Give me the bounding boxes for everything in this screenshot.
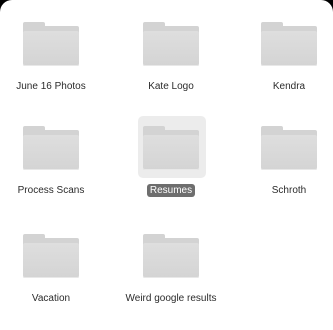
folder-name: Resumes [146,184,196,197]
finder-window: June 16 Photos Kate Logo Kendra Process … [0,0,333,330]
folder-label-selected[interactable]: Resumes [116,184,226,197]
folder-icon[interactable] [143,234,199,278]
folder-icon[interactable] [23,234,79,278]
folder-grid: June 16 Photos Kate Logo Kendra Process … [0,0,333,330]
folder-icon[interactable] [143,126,199,170]
folder-name: Process Scans [17,185,85,196]
folder-name: Kendra [272,81,306,92]
folder-icon[interactable] [261,126,317,170]
folder-icon[interactable] [261,22,317,66]
folder-name: Schroth [271,185,307,196]
folder-label[interactable]: June 16 Photos [0,80,106,93]
folder-icon[interactable] [23,22,79,66]
folder-label[interactable]: Kate Logo [116,80,226,93]
folder-name: Weird google results [125,293,217,304]
folder-label[interactable]: Weird google results [116,292,226,305]
folder-label[interactable]: Vacation [0,292,106,305]
folder-icon[interactable] [23,126,79,170]
folder-name: June 16 Photos [16,81,86,92]
folder-label[interactable]: Process Scans [0,184,106,197]
folder-icon[interactable] [143,22,199,66]
folder-name: Vacation [31,293,71,304]
folder-label[interactable]: Schroth [234,184,333,197]
folder-name: Kate Logo [148,81,194,92]
folder-label[interactable]: Kendra [234,80,333,93]
